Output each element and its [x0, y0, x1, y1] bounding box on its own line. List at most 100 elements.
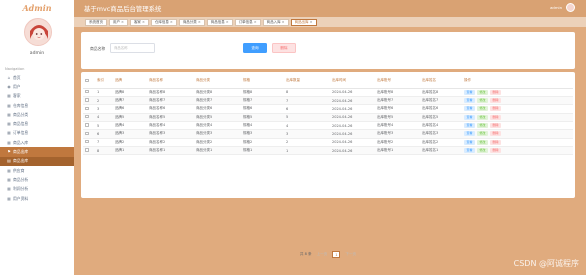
sidebar-item-label: 商品信息 [13, 121, 29, 127]
tab-close-icon[interactable]: × [254, 19, 257, 25]
view-button[interactable]: 查看 [464, 106, 476, 112]
row-select-cell[interactable] [83, 104, 95, 114]
sidebar-item[interactable]: ▦ 供应商 [0, 166, 74, 175]
tab-close-icon[interactable]: × [121, 19, 124, 25]
tab-close-icon[interactable]: × [198, 19, 201, 25]
top-avatar[interactable] [566, 3, 575, 12]
select-all-checkbox[interactable] [85, 78, 89, 82]
prev-page-button[interactable]: 上一页 [317, 252, 328, 257]
view-button[interactable]: 查看 [464, 123, 476, 129]
edit-button[interactable]: 修改 [477, 123, 489, 129]
sidebar-item-label: 客家 [13, 93, 21, 99]
table-cell: 1 [284, 146, 330, 156]
menu-icon: ▦ [7, 186, 11, 192]
sidebar-item[interactable]: ◉ 用户 [0, 82, 74, 91]
tab[interactable]: 商品出库 × [290, 18, 317, 26]
table-cell: 品牌6 [113, 104, 147, 114]
row-checkbox[interactable] [85, 98, 89, 102]
batch-delete-button[interactable]: 删除 [272, 43, 296, 53]
delete-button[interactable]: 删除 [490, 89, 502, 95]
sidebar-item[interactable]: ▦ 商品分类 [0, 110, 74, 119]
edit-button[interactable]: 修改 [477, 114, 489, 120]
view-button[interactable]: 查看 [464, 131, 476, 137]
tab[interactable]: 订单信息 × [234, 18, 261, 26]
table-cell: 出库姓名2 [420, 138, 462, 147]
delete-button[interactable]: 删除 [490, 148, 502, 154]
delete-button[interactable]: 删除 [490, 123, 502, 129]
tab-label: 商品入库 [266, 20, 281, 24]
page-number-button[interactable]: 1 [332, 250, 341, 258]
view-button[interactable]: 查看 [464, 89, 476, 95]
sidebar-item-label: 用户资料 [13, 195, 29, 201]
row-checkbox[interactable] [85, 114, 89, 119]
sidebar-item[interactable]: ▦ 仓库信息 [0, 101, 74, 110]
tab-label: 商品信息 [210, 20, 225, 24]
row-select-cell[interactable] [83, 96, 95, 106]
tab-close-icon[interactable]: × [282, 19, 285, 25]
table-cell: 3 [284, 129, 330, 139]
table-cell: 出库姓名8 [420, 88, 462, 97]
edit-button[interactable]: 修改 [477, 139, 489, 145]
edit-button[interactable]: 修改 [477, 89, 489, 95]
sidebar-item[interactable]: ▦ 商品分析 [0, 175, 74, 184]
delete-button[interactable]: 删除 [490, 139, 502, 145]
delete-button[interactable]: 删除 [490, 106, 502, 112]
row-select-cell[interactable] [83, 88, 95, 97]
view-button[interactable]: 查看 [464, 139, 476, 145]
sidebar-item[interactable]: ▤ 商品出库 [0, 156, 74, 166]
row-checkbox[interactable] [85, 131, 89, 136]
tab[interactable]: 系统首页 [85, 18, 107, 26]
edit-button[interactable]: 修改 [477, 98, 489, 104]
next-page-button[interactable]: 下一页 [345, 252, 356, 257]
top-bar: 基于mvc商品后台管理系统 admin [74, 0, 586, 17]
app-title: 基于mvc商品后台管理系统 [84, 5, 162, 13]
header-brand: 品牌 [113, 74, 147, 89]
edit-button[interactable]: 修改 [477, 148, 489, 154]
tab-close-icon[interactable]: × [226, 19, 229, 25]
delete-button[interactable]: 删除 [490, 131, 502, 137]
row-select-cell[interactable] [83, 129, 95, 139]
delete-button[interactable]: 删除 [490, 98, 502, 104]
row-checkbox[interactable] [85, 123, 89, 127]
sidebar-item[interactable]: ▦ 利润分析 [0, 185, 74, 194]
edit-button[interactable]: 修改 [477, 106, 489, 112]
row-select-cell[interactable] [83, 113, 95, 122]
row-checkbox[interactable] [85, 139, 89, 144]
tab[interactable]: 用户 × [109, 18, 128, 26]
tab-close-icon[interactable]: × [142, 19, 145, 25]
tab[interactable]: 商品入库 × [262, 18, 289, 26]
row-checkbox[interactable] [85, 148, 89, 152]
row-checkbox[interactable] [85, 106, 89, 111]
tab[interactable]: 客家 × [129, 18, 149, 26]
select-all-header[interactable] [83, 74, 95, 89]
tab[interactable]: 商品信息 × [206, 18, 233, 26]
sidebar-item[interactable]: ▦ 订单信息 [0, 129, 74, 138]
table-cell: 2024-04-26 [330, 138, 375, 147]
sidebar-item[interactable]: ⌂ 首页 [0, 73, 74, 82]
search-button[interactable]: 查询 [243, 43, 267, 53]
sidebar-item-label: 商品出库 [13, 158, 29, 164]
delete-button[interactable]: 删除 [490, 114, 502, 120]
sidebar-item[interactable]: ▦ 用户资料 [0, 194, 74, 203]
avatar[interactable] [24, 18, 52, 46]
tab[interactable]: 商品分类 × [178, 18, 205, 26]
edit-button[interactable]: 修改 [477, 131, 489, 137]
tab[interactable]: 仓库信息 × [150, 18, 177, 26]
search-input[interactable] [110, 43, 155, 53]
sidebar-item[interactable]: ▦ 商品信息 [0, 119, 74, 128]
row-select-cell[interactable] [83, 121, 95, 131]
row-select-cell[interactable] [83, 138, 95, 147]
tab-close-icon[interactable]: × [170, 19, 173, 25]
sidebar-item[interactable]: ⚑ 商品出库 [0, 147, 74, 157]
sidebar: Admin admin Navigation ⌂ 首页 ◉ 用户 ▦ 客家 ▦ 仓库信息 ▦ 商品… [0, 0, 74, 275]
top-username[interactable]: admin [550, 5, 562, 10]
row-select-cell[interactable] [83, 146, 95, 156]
view-button[interactable]: 查看 [464, 114, 476, 120]
sidebar-item[interactable]: ▦ 客家 [0, 92, 74, 101]
view-button[interactable]: 查看 [464, 98, 476, 104]
row-checkbox[interactable] [85, 89, 89, 94]
sidebar-item[interactable]: ▦ 商品入库 [0, 138, 74, 147]
tab-close-icon[interactable]: × [310, 19, 313, 25]
table-cell: 商品分类7 [194, 96, 241, 106]
view-button[interactable]: 查看 [464, 148, 476, 154]
